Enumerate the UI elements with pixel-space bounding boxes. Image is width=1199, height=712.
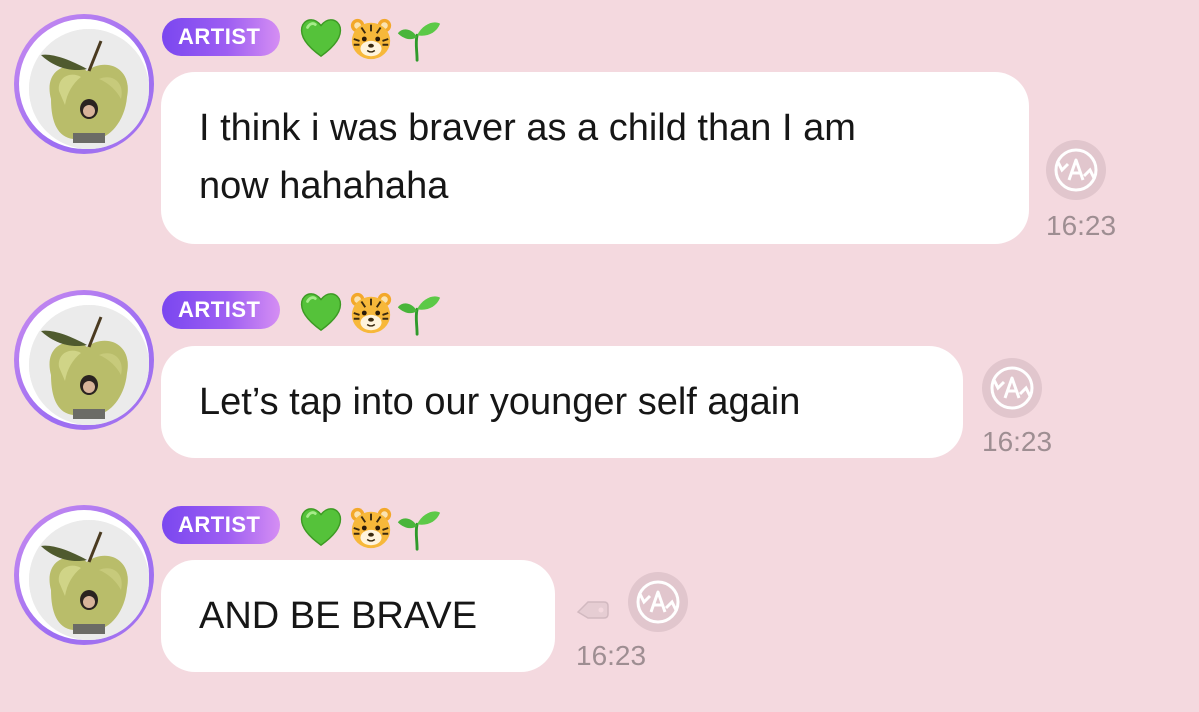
message-bubble[interactable]: Let’s tap into our younger self again — [161, 346, 963, 458]
artist-badge: ARTIST — [162, 291, 280, 329]
message-text-line: I think i was braver as a child than I a… — [199, 107, 856, 149]
emoji-row — [298, 503, 458, 551]
translate-a-icon — [628, 572, 688, 632]
tiger-face-icon — [348, 290, 394, 336]
message-bubble[interactable]: AND BE BRAVE — [161, 560, 555, 672]
translate-a-icon — [982, 358, 1042, 418]
avatar[interactable] — [14, 290, 154, 430]
translate-a-icon — [1046, 140, 1106, 200]
seedling-icon — [396, 18, 442, 64]
green-heart-icon — [298, 14, 344, 60]
message-timestamp: 16:23 — [576, 640, 647, 671]
avatar[interactable] — [14, 505, 154, 645]
emoji-row — [298, 14, 458, 62]
message-text-line: AND BE BRAVE — [199, 595, 478, 637]
green-heart-icon — [298, 503, 344, 549]
message-text-line: Let’s tap into our younger self again — [199, 381, 801, 423]
seedling-icon — [396, 292, 442, 338]
artist-badge: ARTIST — [162, 18, 280, 56]
message-timestamp: 16:23 — [1046, 210, 1117, 241]
avatar[interactable] — [14, 14, 154, 154]
translate-button[interactable] — [982, 358, 1042, 418]
seedling-icon — [396, 507, 442, 553]
message-text-line: now hahahaha — [199, 165, 449, 207]
message-timestamp: 16:23 — [982, 426, 1053, 457]
translate-button[interactable] — [1046, 140, 1106, 200]
tag-icon[interactable] — [572, 596, 614, 626]
tiger-face-icon — [348, 505, 394, 551]
translate-button[interactable] — [628, 572, 688, 632]
tiger-face-icon — [348, 16, 394, 62]
artist-badge: ARTIST — [162, 506, 280, 544]
message-bubble[interactable]: I think i was braver as a child than I a… — [161, 72, 1029, 244]
green-heart-icon — [298, 288, 344, 334]
emoji-row — [298, 288, 458, 336]
